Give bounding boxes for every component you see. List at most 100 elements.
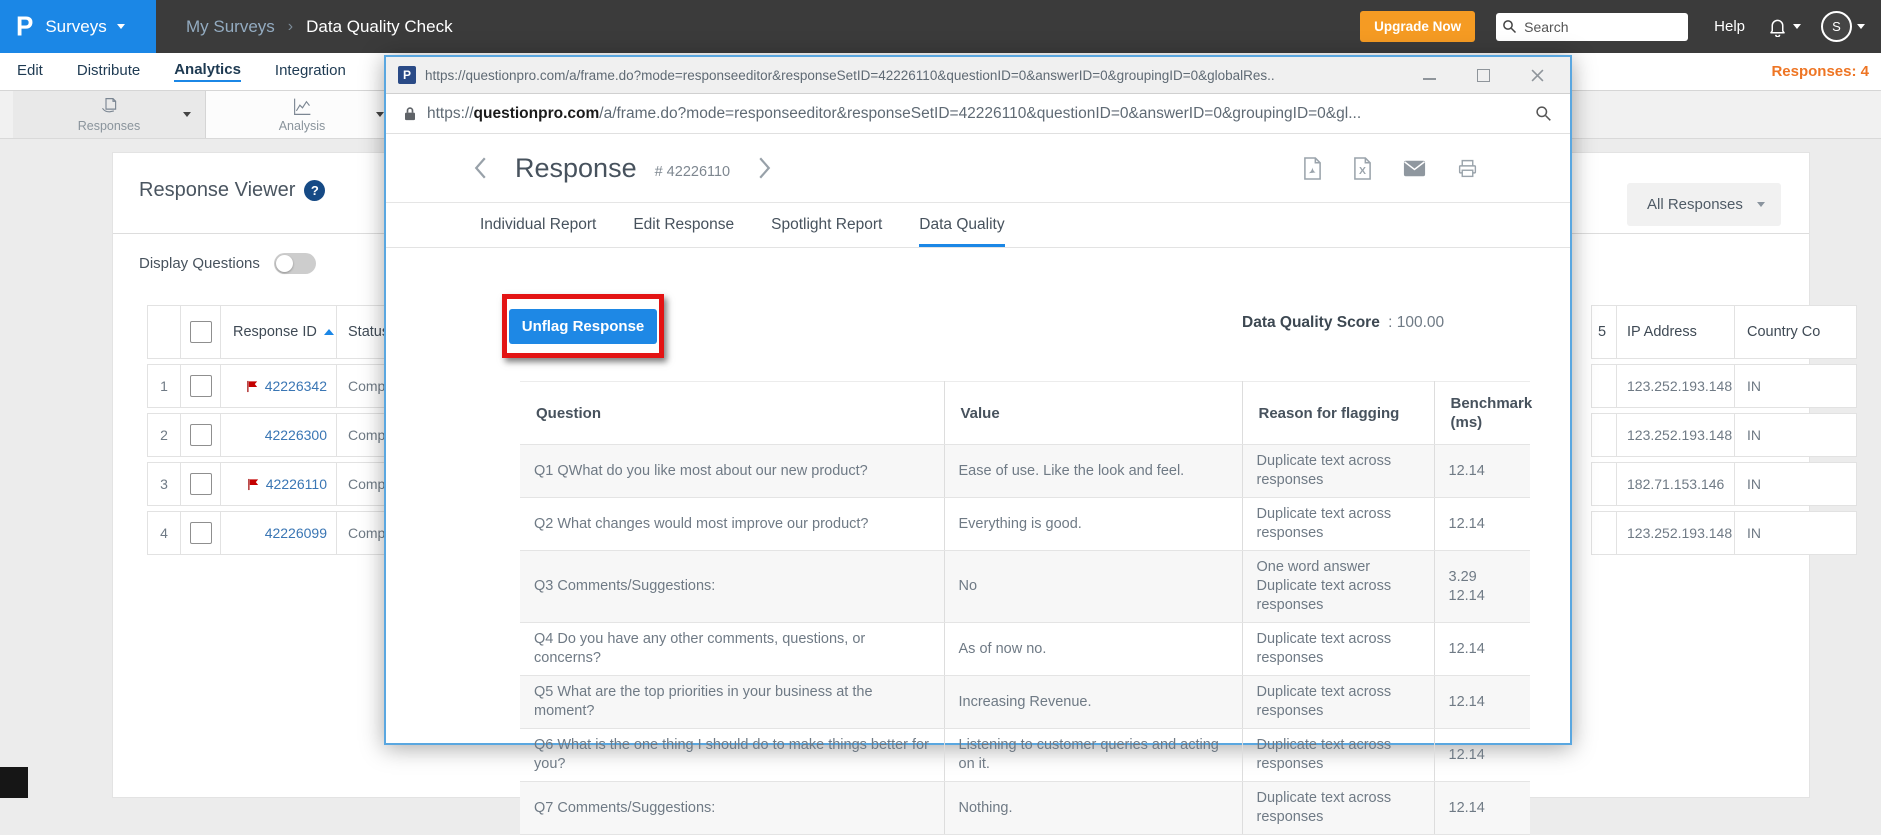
envelope-icon	[1403, 160, 1426, 176]
response-title: Response	[515, 152, 637, 183]
email-button[interactable]	[1403, 160, 1426, 177]
tab-spotlight-report[interactable]: Spotlight Report	[771, 203, 882, 247]
chevron-down-icon	[1857, 24, 1865, 29]
row-checkbox[interactable]	[189, 522, 212, 544]
response-id-cell: 42226300	[221, 413, 337, 457]
url-scheme: https://	[427, 104, 474, 122]
row-checkbox[interactable]	[189, 375, 212, 397]
maximize-button[interactable]	[1476, 68, 1490, 82]
value-cell: Nothing.	[944, 781, 1243, 835]
benchmark-line: 3.29	[1448, 568, 1477, 585]
question-cell: Q6 What is the one thing I should do to …	[520, 728, 945, 782]
ip-address-header: IP Address	[1617, 305, 1735, 359]
table-row[interactable]: 123.252.193.148 IN	[1591, 364, 1857, 408]
q5-cell	[1591, 511, 1617, 555]
ip-cell: 182.71.153.146	[1617, 462, 1735, 506]
help-icon[interactable]: ?	[304, 180, 326, 201]
tab-analytics[interactable]: Analytics	[174, 61, 241, 82]
breadcrumb: My Surveys › Data Quality Check	[186, 17, 453, 37]
response-id-header[interactable]: Response ID	[221, 305, 337, 359]
reason-cell: Duplicate text across responses	[1242, 781, 1435, 835]
avatar: S	[1821, 11, 1852, 42]
chevron-down-icon	[1793, 24, 1801, 29]
q5-cell	[1591, 462, 1617, 506]
question-cell: Q3 Comments/Suggestions:	[520, 550, 945, 623]
response-id-link[interactable]: 42226342	[265, 378, 327, 394]
url-domain: questionpro.com	[473, 104, 600, 122]
tab-individual-report[interactable]: Individual Report	[480, 203, 596, 247]
search-input[interactable]	[1522, 17, 1669, 36]
chevron-down-icon	[116, 24, 125, 29]
row-number: 4	[147, 511, 181, 555]
close-icon	[1531, 69, 1543, 81]
ip-cell: 123.252.193.148	[1617, 364, 1735, 408]
minimize-icon	[1422, 70, 1436, 80]
print-button[interactable]	[1457, 158, 1478, 179]
table-row: Q4 Do you have any other comments, quest…	[520, 622, 1530, 676]
table-row[interactable]: 182.71.153.146 IN	[1591, 462, 1857, 506]
minimize-button[interactable]	[1422, 68, 1436, 82]
response-id-link[interactable]: 42226099	[265, 525, 327, 541]
benchmark-cell: 12.14	[1434, 444, 1530, 498]
account-menu[interactable]: S	[1821, 11, 1865, 42]
row-number-header	[147, 305, 181, 359]
tab-data-quality[interactable]: Data Quality	[919, 203, 1005, 247]
breadcrumb-separator: ›	[287, 17, 294, 35]
help-link[interactable]: Help	[1714, 18, 1745, 35]
table-row[interactable]: 123.252.193.148 IN	[1591, 413, 1857, 457]
tab-distribute[interactable]: Distribute	[77, 62, 140, 81]
reason-cell: One word answer Duplicate text across res…	[1242, 550, 1435, 623]
row-checkbox[interactable]	[189, 424, 212, 446]
next-response-button[interactable]	[758, 157, 771, 179]
export-pdf-button[interactable]	[1303, 156, 1322, 180]
row-checkbox[interactable]	[189, 473, 212, 495]
select-all-checkbox[interactable]	[189, 321, 212, 343]
responses-icon	[101, 98, 116, 113]
window-title: https://questionpro.com/a/frame.do?mode=…	[425, 67, 1275, 83]
question-cell: Q4 Do you have any other comments, quest…	[520, 622, 945, 676]
surveys-menu[interactable]: P Surveys	[0, 0, 156, 53]
previous-response-button[interactable]	[474, 157, 487, 179]
notifications-menu[interactable]	[1767, 16, 1801, 37]
tab-edit-response[interactable]: Edit Response	[633, 203, 734, 247]
export-excel-button[interactable]: X	[1353, 156, 1372, 180]
table-row: Q1 QWhat do you like most about our new …	[520, 444, 1530, 498]
close-button[interactable]	[1530, 68, 1544, 82]
ip-cell: 123.252.193.148	[1617, 413, 1735, 457]
tab-edit[interactable]: Edit	[17, 62, 43, 81]
question-cell: Q1 QWhat do you like most about our new …	[520, 444, 945, 498]
table-row: Q7 Comments/Suggestions: Nothing. Duplic…	[520, 781, 1530, 835]
window-titlebar[interactable]: P https://questionpro.com/a/frame.do?mod…	[386, 57, 1570, 94]
question-header: Question	[520, 381, 945, 445]
table-header-row: 5 IP Address Country Co	[1591, 305, 1857, 359]
display-questions-toggle[interactable]	[273, 253, 316, 274]
q5-cell	[1591, 413, 1617, 457]
chevron-down-icon	[1757, 202, 1765, 207]
benchmark-line: 12.14	[1448, 587, 1485, 604]
zoom-search-icon[interactable]	[1535, 105, 1552, 122]
response-id-link[interactable]: 42226110	[266, 476, 327, 492]
all-responses-dropdown[interactable]: All Responses	[1627, 183, 1781, 226]
responses-toolbar-button[interactable]: Responses	[13, 91, 206, 138]
address-bar[interactable]: https://questionpro.com/a/frame.do?mode=…	[386, 94, 1570, 134]
country-cell: IN	[1735, 413, 1857, 457]
upgrade-now-button[interactable]: Upgrade Now	[1360, 11, 1476, 42]
chevron-down-icon	[376, 112, 384, 117]
printer-icon	[1458, 159, 1477, 177]
topbar: P Surveys My Surveys › Data Quality Chec…	[0, 0, 1881, 53]
bell-icon	[1770, 19, 1785, 37]
ip-cell: 123.252.193.148	[1617, 511, 1735, 555]
search-icon	[1503, 20, 1517, 34]
analysis-toolbar-button[interactable]: Analysis	[206, 91, 399, 138]
value-cell: Increasing Revenue.	[944, 675, 1243, 729]
page-title: Response Viewer	[139, 179, 296, 201]
table-row[interactable]: 123.252.193.148 IN	[1591, 511, 1857, 555]
data-quality-score: Data Quality Score : 100.00	[1242, 314, 1444, 332]
search-box[interactable]	[1496, 12, 1689, 41]
chevron-down-icon	[183, 112, 191, 117]
response-id-header-label: Response ID	[233, 324, 317, 340]
breadcrumb-my-surveys[interactable]: My Surveys	[186, 17, 275, 37]
response-id-link[interactable]: 42226300	[265, 427, 327, 443]
unflag-response-button[interactable]: Unflag Response	[508, 308, 658, 344]
tab-integration[interactable]: Integration	[275, 62, 346, 81]
